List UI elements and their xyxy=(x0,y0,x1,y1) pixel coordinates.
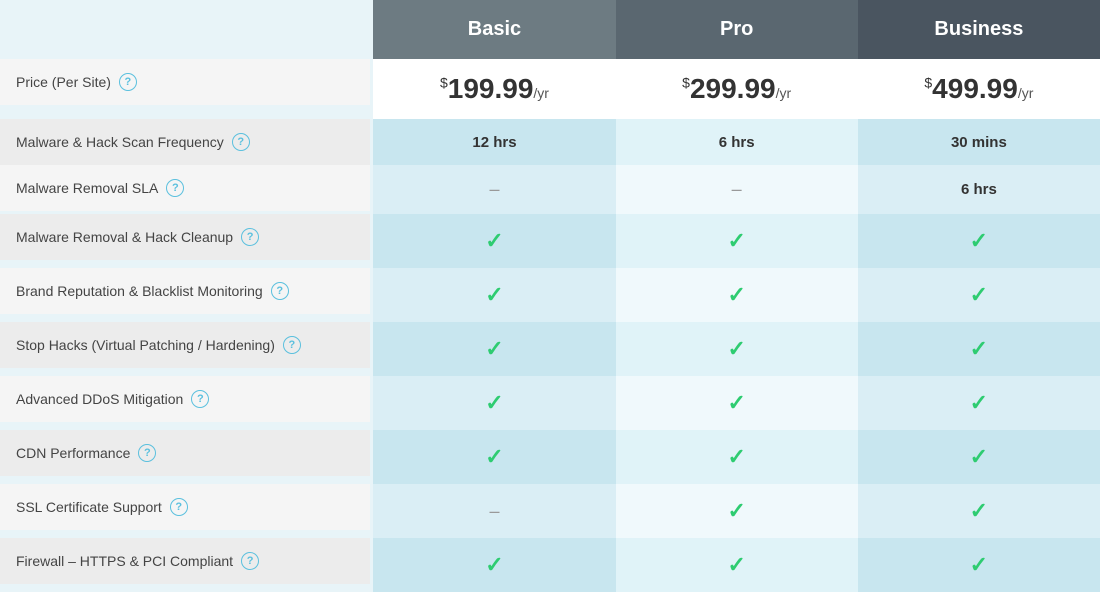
check-icon: ✓ xyxy=(970,282,988,307)
feature-cell: Firewall – HTTPS & PCI Compliant? xyxy=(0,538,370,584)
feature-label: Malware Removal & Hack Cleanup xyxy=(16,229,233,245)
info-icon[interactable]: ? xyxy=(283,336,301,354)
dash-value: – xyxy=(489,501,499,521)
feature-label: Brand Reputation & Blacklist Monitoring xyxy=(16,283,263,299)
feature-cell: Stop Hacks (Virtual Patching / Hardening… xyxy=(0,322,370,368)
check-icon: ✓ xyxy=(485,444,503,469)
feature-label: SSL Certificate Support xyxy=(16,499,162,515)
dash-value: – xyxy=(732,179,742,199)
feature-label: Malware Removal SLA xyxy=(16,180,158,196)
info-icon[interactable]: ? xyxy=(232,133,250,151)
business-cell: ✓ xyxy=(858,430,1100,484)
feature-cell: Brand Reputation & Blacklist Monitoring? xyxy=(0,268,370,314)
feature-cell: Malware & Hack Scan Frequency? xyxy=(0,119,370,165)
check-icon: ✓ xyxy=(485,336,503,361)
check-icon: ✓ xyxy=(970,228,988,253)
text-value: 30 mins xyxy=(951,134,1007,151)
pro-cell: ✓ xyxy=(616,268,858,322)
basic-cell: ✓ xyxy=(373,538,615,592)
text-value: 12 hrs xyxy=(472,134,516,151)
basic-header: Basic xyxy=(373,0,615,59)
pro-cell: ✓ xyxy=(616,376,858,430)
feature-label: Price (Per Site) xyxy=(16,74,111,90)
info-icon[interactable]: ? xyxy=(241,552,259,570)
info-icon[interactable]: ? xyxy=(170,498,188,516)
feature-label: Advanced DDoS Mitigation xyxy=(16,391,183,407)
text-value: 6 hrs xyxy=(719,134,755,151)
check-icon: ✓ xyxy=(727,552,745,577)
basic-cell: ✓ xyxy=(373,268,615,322)
feature-label: Malware & Hack Scan Frequency xyxy=(16,134,224,150)
text-value: 6 hrs xyxy=(961,181,997,198)
info-icon[interactable]: ? xyxy=(271,282,289,300)
basic-cell: – xyxy=(373,165,615,214)
business-cell: ✓ xyxy=(858,322,1100,376)
dash-value: – xyxy=(489,179,499,199)
pro-cell: ✓ xyxy=(616,322,858,376)
check-icon: ✓ xyxy=(970,336,988,361)
pro-header: Pro xyxy=(616,0,858,59)
feature-label: Firewall – HTTPS & PCI Compliant xyxy=(16,553,233,569)
business-header: Business xyxy=(858,0,1100,59)
feature-cell: Price (Per Site)? xyxy=(0,59,370,105)
basic-cell: $199.99/yr xyxy=(373,59,615,119)
check-icon: ✓ xyxy=(970,390,988,415)
basic-cell: 12 hrs xyxy=(373,119,615,165)
pro-cell: ✓ xyxy=(616,214,858,268)
basic-cell: ✓ xyxy=(373,214,615,268)
basic-cell: ✓ xyxy=(373,322,615,376)
feature-cell: SSL Certificate Support? xyxy=(0,484,370,530)
feature-header xyxy=(0,0,373,59)
info-icon[interactable]: ? xyxy=(191,390,209,408)
check-icon: ✓ xyxy=(727,390,745,415)
business-cell: ✓ xyxy=(858,268,1100,322)
feature-cell: Malware Removal SLA? xyxy=(0,165,370,211)
check-icon: ✓ xyxy=(485,228,503,253)
check-icon: ✓ xyxy=(727,444,745,469)
business-cell: ✓ xyxy=(858,538,1100,592)
check-icon: ✓ xyxy=(485,390,503,415)
check-icon: ✓ xyxy=(727,498,745,523)
pro-cell: 6 hrs xyxy=(616,119,858,165)
feature-cell: Advanced DDoS Mitigation? xyxy=(0,376,370,422)
basic-cell: ✓ xyxy=(373,430,615,484)
business-cell: 30 mins xyxy=(858,119,1100,165)
business-cell: $499.99/yr xyxy=(858,59,1100,119)
business-cell: ✓ xyxy=(858,376,1100,430)
check-icon: ✓ xyxy=(727,336,745,361)
check-icon: ✓ xyxy=(970,552,988,577)
check-icon: ✓ xyxy=(485,552,503,577)
info-icon[interactable]: ? xyxy=(241,228,259,246)
feature-label: Stop Hacks (Virtual Patching / Hardening… xyxy=(16,337,275,353)
check-icon: ✓ xyxy=(727,228,745,253)
pro-cell: ✓ xyxy=(616,430,858,484)
business-cell: 6 hrs xyxy=(858,165,1100,214)
feature-cell: Malware Removal & Hack Cleanup? xyxy=(0,214,370,260)
feature-label: CDN Performance xyxy=(16,445,130,461)
check-icon: ✓ xyxy=(970,444,988,469)
business-cell: ✓ xyxy=(858,484,1100,538)
check-icon: ✓ xyxy=(727,282,745,307)
business-cell: ✓ xyxy=(858,214,1100,268)
info-icon[interactable]: ? xyxy=(166,179,184,197)
info-icon[interactable]: ? xyxy=(138,444,156,462)
check-icon: ✓ xyxy=(485,282,503,307)
pricing-table: Basic Pro Business Price (Per Site)?$199… xyxy=(0,0,1100,592)
feature-cell: CDN Performance? xyxy=(0,430,370,476)
pro-cell: – xyxy=(616,165,858,214)
basic-cell: ✓ xyxy=(373,376,615,430)
pro-cell: $299.99/yr xyxy=(616,59,858,119)
check-icon: ✓ xyxy=(970,498,988,523)
pro-cell: ✓ xyxy=(616,484,858,538)
basic-cell: – xyxy=(373,484,615,538)
info-icon[interactable]: ? xyxy=(119,73,137,91)
pro-cell: ✓ xyxy=(616,538,858,592)
